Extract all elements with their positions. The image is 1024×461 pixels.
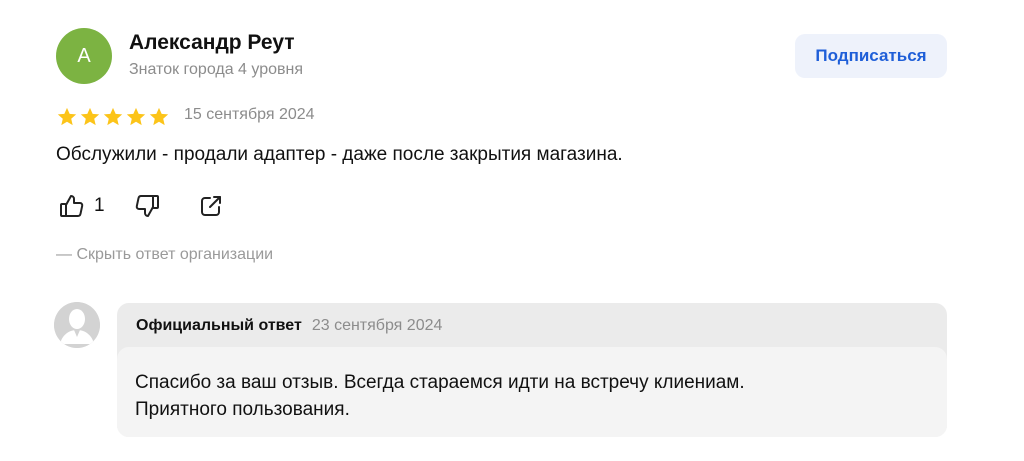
hide-org-answer-link[interactable]: — Скрыть ответ организации [56, 246, 273, 264]
star-icon [126, 107, 146, 126]
share-icon [200, 196, 221, 216]
review-card: А Александр Реут Знаток города 4 уровня … [0, 0, 1024, 461]
thumbs-down-icon [135, 195, 159, 217]
star-icon [80, 107, 100, 126]
org-response-line: Спасибо за ваш отзыв. Всегда стараемся и… [135, 372, 745, 393]
rating-stars [56, 106, 170, 128]
org-response-body: Спасибо за ваш отзыв. Всегда стараемся и… [117, 347, 947, 437]
org-avatar [54, 302, 100, 348]
user-silhouette-icon [54, 302, 100, 348]
like-button[interactable]: 1 [58, 192, 105, 220]
subscribe-button[interactable]: Подписаться [795, 34, 947, 78]
star-icon [57, 107, 77, 126]
share-button[interactable] [197, 192, 225, 220]
thumbs-up-icon [60, 195, 84, 217]
avatar-letter: А [77, 44, 91, 67]
org-response-line: Приятного пользования. [135, 399, 350, 420]
review-actions: 1 [58, 192, 225, 220]
author-name[interactable]: Александр Реут [129, 31, 295, 55]
like-count: 1 [94, 195, 105, 216]
author-level: Знаток города 4 уровня [129, 61, 304, 78]
star-icon [103, 107, 123, 126]
author-avatar[interactable]: А [56, 28, 112, 84]
review-date: 15 сентября 2024 [184, 106, 315, 123]
dislike-button[interactable] [133, 192, 161, 220]
org-response-date: 23 сентября 2024 [311, 317, 443, 334]
org-response-label: Официальный ответ [136, 317, 302, 334]
review-text: Обслужили - продали адаптер - даже после… [56, 144, 623, 165]
org-response-header: Официальный ответ 23 сентября 2024 [136, 317, 442, 335]
star-icon [149, 107, 169, 126]
org-response: Официальный ответ 23 сентября 2024 Спаси… [117, 303, 947, 437]
